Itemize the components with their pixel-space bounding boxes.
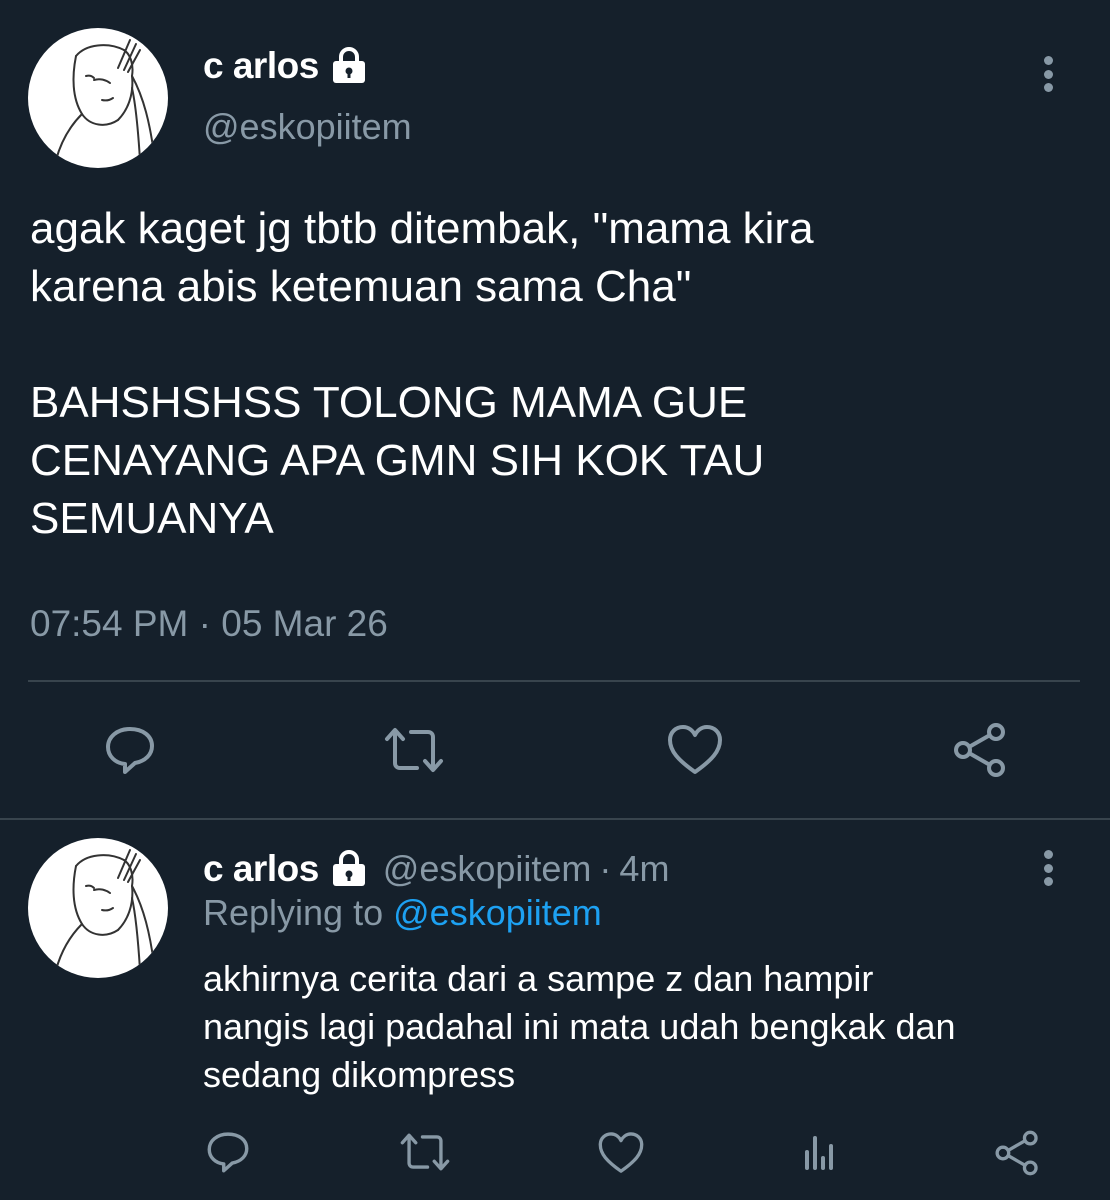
retweet-button[interactable]	[398, 1130, 452, 1174]
reply-avatar[interactable]	[28, 838, 168, 978]
author-name-row: c arlos	[203, 44, 369, 88]
author-handle[interactable]: @eskopiitem	[203, 106, 412, 148]
replying-to: Replying to @eskopiitem	[203, 892, 602, 934]
tweet-line: karena abis ketemuan sama Cha"	[30, 262, 692, 311]
tweet-line: BAHSHSHSS TOLONG MAMA GUE	[30, 378, 748, 427]
lock-icon	[329, 47, 369, 85]
reply-line: sedang dikompress	[203, 1054, 516, 1095]
lock-icon	[329, 850, 369, 888]
avatar-drawing	[55, 849, 155, 971]
like-button[interactable]	[665, 722, 725, 778]
analytics-icon	[805, 1136, 833, 1170]
tweet-timestamp[interactable]: 07:54 PM · 05 Mar 26	[30, 603, 388, 645]
separator: ·	[599, 848, 612, 889]
tweet-line-blank	[30, 316, 1080, 374]
reply-line: nangis lagi padahal ini mata udah bengka…	[203, 1006, 956, 1047]
share-icon	[995, 1130, 1038, 1176]
more-vertical-icon[interactable]	[1044, 56, 1054, 92]
like-icon	[598, 1132, 644, 1173]
divider	[0, 818, 1110, 820]
tweet-text: agak kaget jg tbtb ditembak, "mama kira …	[30, 200, 1080, 548]
reply-display-name[interactable]: c arlos	[203, 848, 319, 890]
reply-icon	[106, 727, 154, 774]
more-vertical-icon[interactable]	[1044, 850, 1054, 886]
divider	[28, 680, 1080, 682]
tweet-line: agak kaget jg tbtb ditembak, "mama kira	[30, 204, 814, 253]
like-icon	[668, 725, 722, 774]
tweet-thread-screen: c arlos @eskopiitem agak kaget jg tbtb d…	[0, 0, 1110, 1200]
like-button[interactable]	[596, 1130, 646, 1176]
analytics-button[interactable]	[796, 1130, 842, 1174]
reply-button[interactable]	[204, 1128, 252, 1176]
reply-line: akhirnya cerita dari a sampe z dan hampi…	[203, 958, 874, 999]
share-button[interactable]	[950, 720, 1010, 780]
tweet-line: SEMUANYA	[30, 494, 274, 543]
reply-text: akhirnya cerita dari a sampe z dan hampi…	[203, 955, 1083, 1099]
retweet-icon	[400, 1133, 450, 1171]
avatar-drawing	[55, 39, 155, 161]
retweet-icon	[385, 728, 443, 772]
avatar[interactable]	[28, 28, 168, 168]
replying-mention[interactable]: @eskopiitem	[393, 892, 602, 933]
replying-prefix: Replying to	[203, 892, 384, 933]
reply-handle[interactable]: @eskopiitem	[383, 848, 592, 890]
tweet-line: CENAYANG APA GMN SIH KOK TAU	[30, 436, 765, 485]
share-icon	[954, 723, 1005, 777]
reply-button[interactable]	[100, 722, 160, 778]
share-button[interactable]	[992, 1128, 1042, 1178]
reply-icon	[207, 1132, 249, 1173]
display-name[interactable]: c arlos	[203, 45, 319, 87]
retweet-button[interactable]	[382, 722, 446, 778]
reply-header: c arlos @eskopiitem · 4m	[203, 846, 669, 892]
reply-time[interactable]: 4m	[619, 848, 669, 890]
